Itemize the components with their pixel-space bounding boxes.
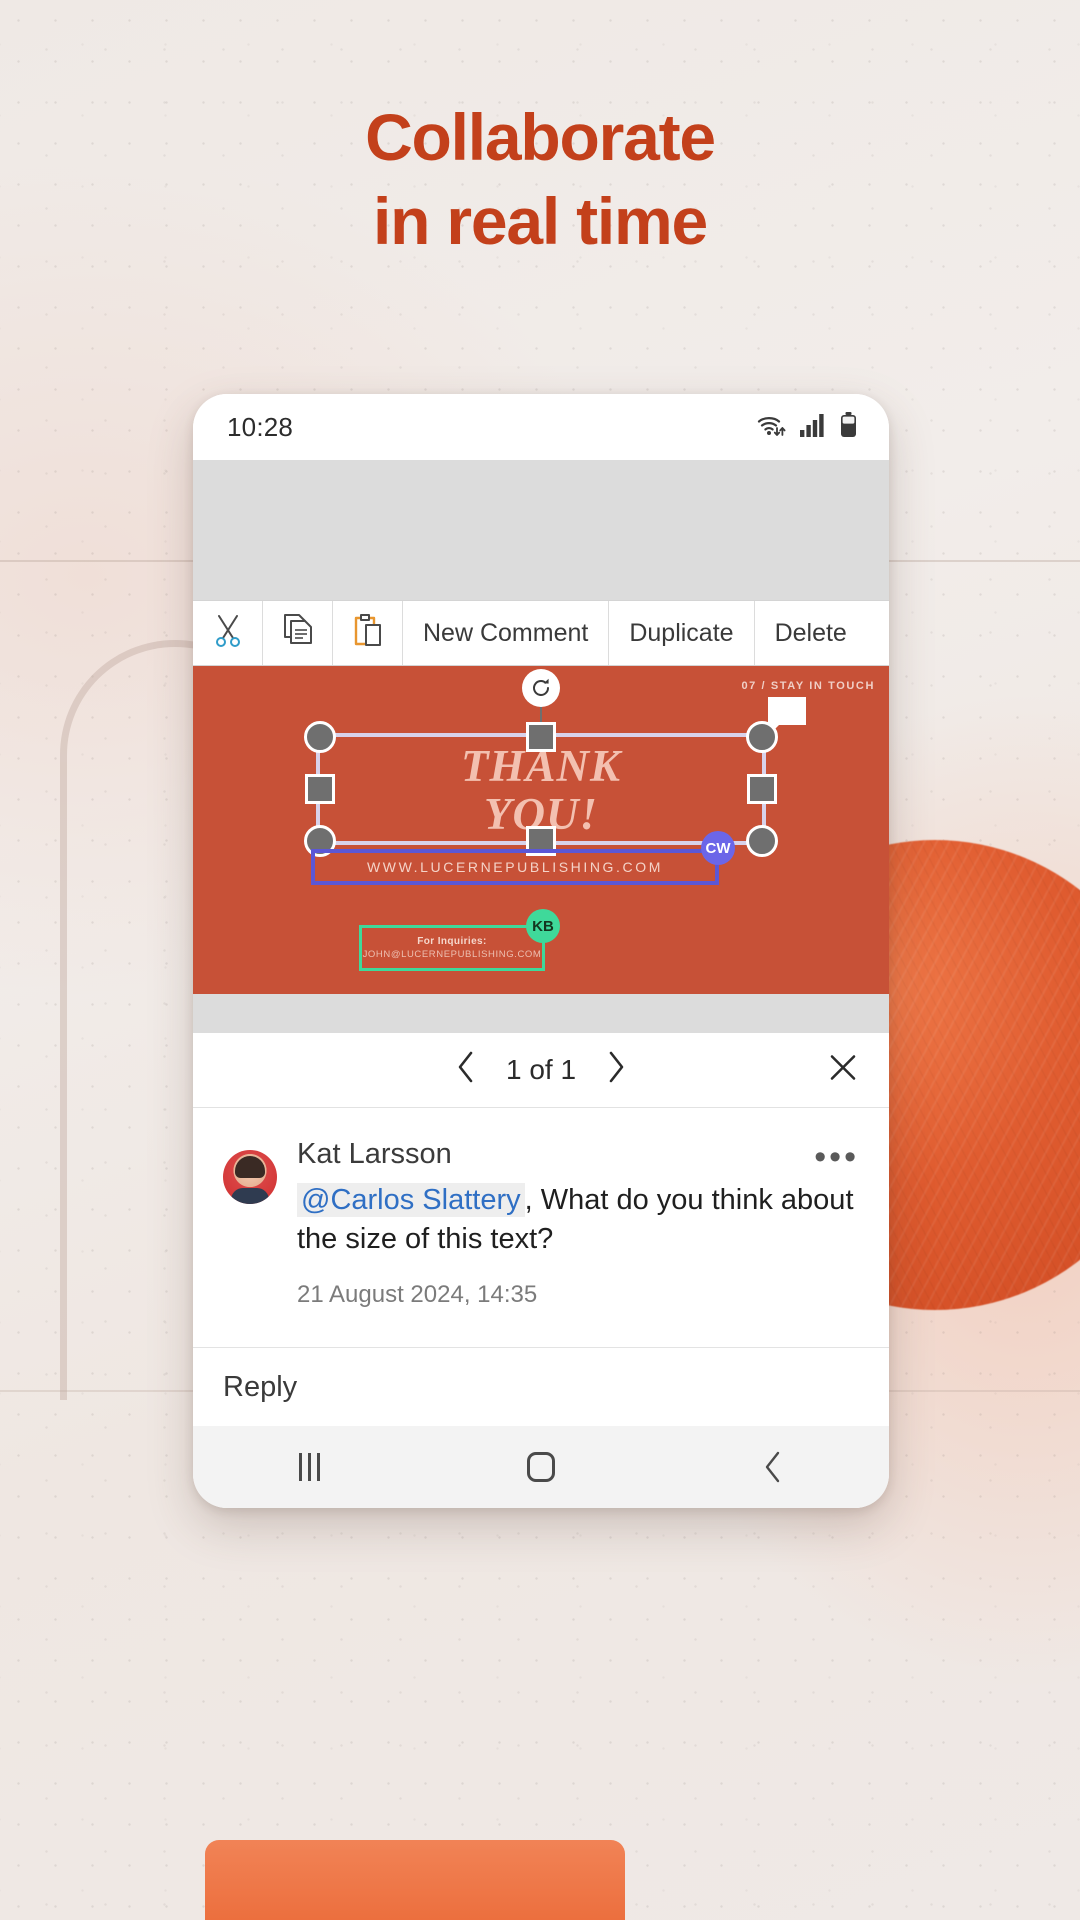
- slide-url-textbox[interactable]: WWW.LUCERNEPUBLISHING.COM CW: [311, 831, 735, 885]
- clipboard-icon: [352, 613, 384, 654]
- presentation-slide[interactable]: 07 / STAY IN TOUCH THANK YOU! WWW.LUCERN…: [193, 666, 889, 994]
- next-comment-button[interactable]: [606, 1050, 626, 1089]
- status-icons: [756, 411, 857, 443]
- chevron-right-icon: [609, 1051, 624, 1083]
- pager-controls: 1 of 1: [456, 1050, 626, 1089]
- copy-button[interactable]: [263, 601, 333, 665]
- slide-kicker: 07 / STAY IN TOUCH: [741, 680, 875, 692]
- close-icon: [830, 1054, 856, 1080]
- close-comments-button[interactable]: [827, 1051, 859, 1088]
- background-orange-block: [205, 1840, 625, 1920]
- comment-author: Kat Larsson: [297, 1137, 452, 1170]
- reply-bar[interactable]: Reply: [193, 1348, 889, 1426]
- comment-timestamp: 21 August 2024, 14:35: [297, 1281, 538, 1309]
- rotate-handle[interactable]: [522, 669, 560, 707]
- wifi-icon: [756, 412, 786, 443]
- resize-handle-bottom-right[interactable]: [746, 825, 778, 857]
- duplicate-button[interactable]: Duplicate: [609, 601, 755, 665]
- home-icon: [527, 1452, 555, 1482]
- comment-mention[interactable]: @Carlos Slattery: [297, 1182, 525, 1217]
- coeditor-badge-kb: KB: [526, 909, 560, 943]
- headline-line-1: Collaborate: [365, 100, 716, 174]
- comment-thread: ••• Kat Larsson @Carlos Slattery, What d…: [193, 1107, 889, 1348]
- copy-icon: [282, 613, 314, 654]
- reply-input[interactable]: Reply: [223, 1371, 297, 1404]
- battery-icon: [840, 411, 857, 443]
- comment-options-button[interactable]: •••: [814, 1140, 859, 1174]
- previous-comment-button[interactable]: [456, 1050, 476, 1089]
- slide-canvas-top-spacer: [193, 460, 889, 600]
- coeditor-badge-cw: CW: [701, 831, 735, 865]
- slide-canvas: 07 / STAY IN TOUCH THANK YOU! WWW.LUCERN…: [193, 666, 889, 1032]
- comment-item: Kat Larsson @Carlos Slattery, What do yo…: [223, 1138, 859, 1260]
- status-time: 10:28: [227, 411, 294, 442]
- selection-frame[interactable]: [304, 669, 806, 857]
- back-button[interactable]: [657, 1450, 889, 1484]
- slide-inquiries-textbox[interactable]: For Inquiries: JOHN@LUCERNEPUBLISHING.CO…: [359, 909, 560, 971]
- page-headline: Collaborate in real time: [0, 96, 1080, 264]
- rotate-icon: [533, 678, 549, 696]
- comment-flag-icon[interactable]: [768, 697, 806, 734]
- resize-handle-right-center[interactable]: [747, 774, 777, 804]
- headline-line-2: in real time: [372, 183, 708, 258]
- avatar: [223, 1149, 277, 1204]
- resize-handle-top-right[interactable]: [746, 721, 778, 753]
- delete-button[interactable]: Delete: [755, 601, 867, 665]
- slide-url-text: WWW.LUCERNEPUBLISHING.COM: [366, 859, 663, 875]
- chevron-left-icon: [458, 1051, 473, 1083]
- status-bar: 10:28: [193, 394, 889, 460]
- comment-text: @Carlos Slattery, What do you think abou…: [297, 1181, 859, 1260]
- scissors-icon: [213, 613, 243, 654]
- cut-button[interactable]: [193, 601, 263, 665]
- comment-body: Kat Larsson @Carlos Slattery, What do yo…: [297, 1138, 859, 1260]
- phone-mockup: 10:28 New Comment Duplicate Delete 07 / …: [193, 394, 889, 1508]
- back-icon: [765, 1451, 780, 1483]
- resize-handle-top-left[interactable]: [304, 721, 336, 753]
- android-navigation-bar: [193, 1426, 889, 1508]
- paste-button[interactable]: [333, 601, 403, 665]
- resize-handle-left-center[interactable]: [305, 774, 335, 804]
- recents-icon: [298, 1453, 320, 1481]
- home-button[interactable]: [425, 1452, 657, 1482]
- slide-inquiries-email: JOHN@LUCERNEPUBLISHING.COM: [362, 949, 542, 960]
- context-toolbar: New Comment Duplicate Delete: [193, 600, 889, 666]
- slide-inquiries-label: For Inquiries:: [417, 936, 487, 947]
- cellular-signal-icon: [800, 413, 826, 442]
- pager-count: 1 of 1: [505, 1053, 577, 1085]
- resize-handle-top-center[interactable]: [526, 722, 556, 752]
- comment-pager: 1 of 1: [193, 1031, 889, 1108]
- recents-button[interactable]: [193, 1453, 425, 1481]
- new-comment-button[interactable]: New Comment: [403, 601, 610, 665]
